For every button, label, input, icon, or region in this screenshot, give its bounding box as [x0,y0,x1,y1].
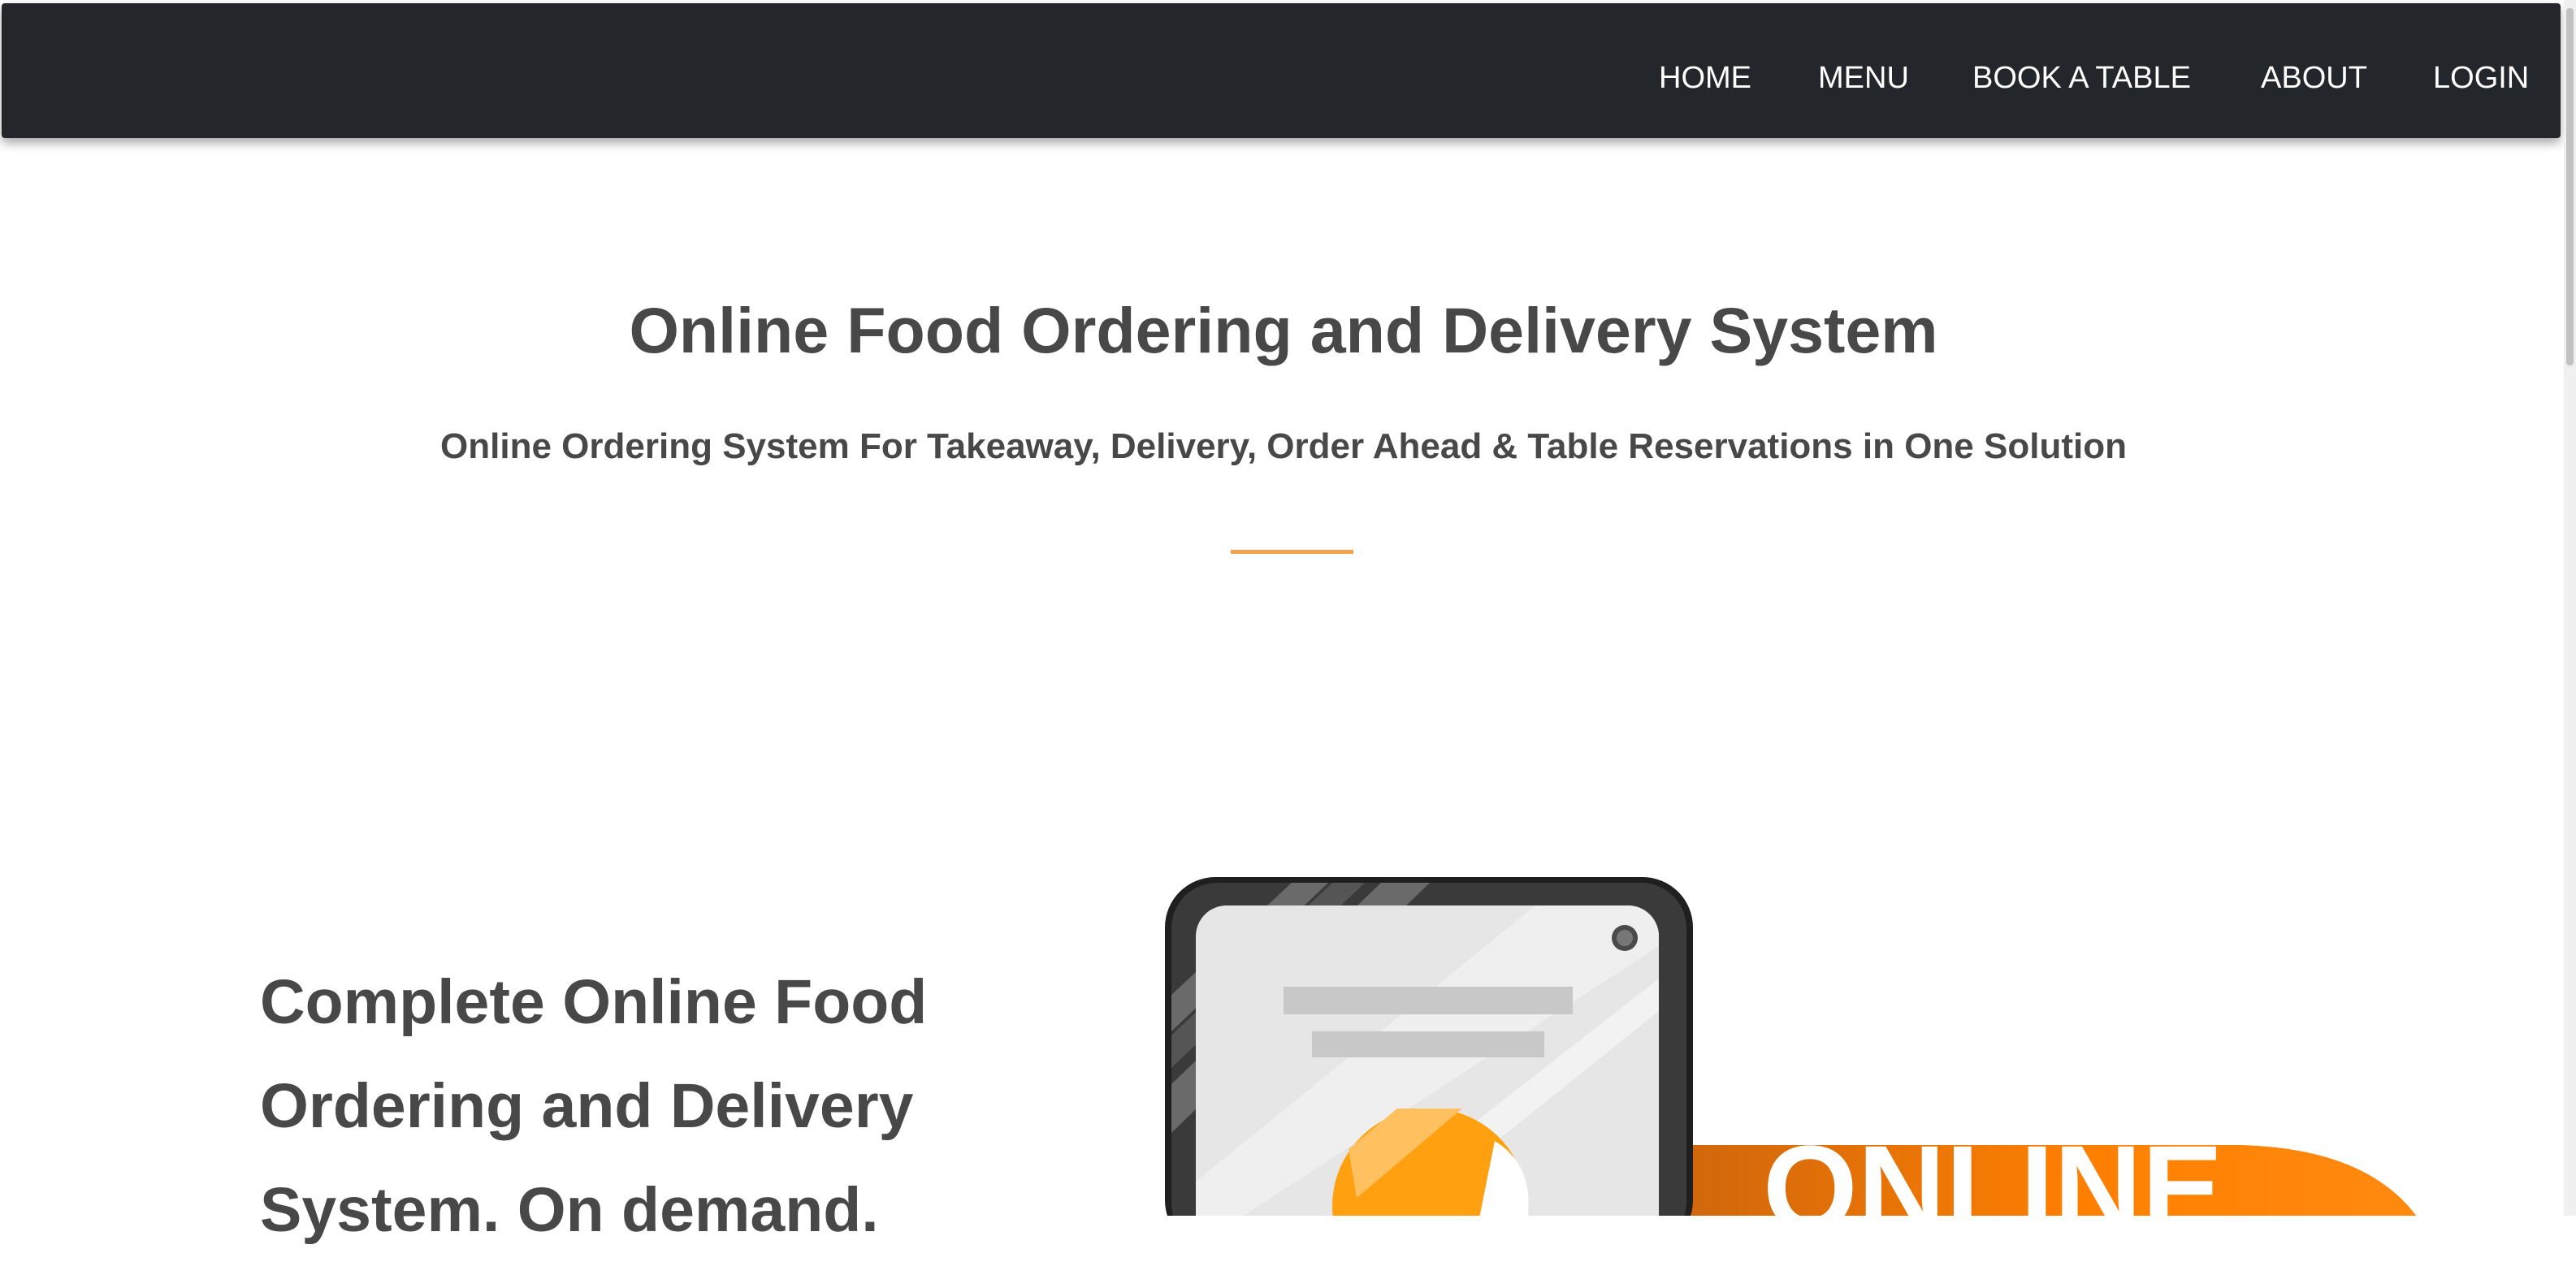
page-title: Online Food Ordering and Delivery System [629,294,1938,366]
feature-heading-line-2: Ordering and Delivery [260,1071,914,1141]
top-navbar: HOME MENU BOOK A TABLE ABOUT LOGIN [2,3,2561,138]
feature-heading: Complete Online Food Ordering and Delive… [260,950,991,1262]
nav-menu-link[interactable]: MENU [1818,62,1909,94]
nav-home-link[interactable]: HOME [1659,62,1751,94]
online-banner-text: ONLINE [1763,1120,2223,1216]
nav-book-a-table-link[interactable]: BOOK A TABLE [1972,62,2191,94]
phone-icon [1165,877,1693,1216]
nav-login-link[interactable]: LOGIN [2433,62,2529,94]
nav-about-link[interactable]: ABOUT [2261,62,2367,94]
online-ordering-illustration: ONLINE [1165,877,2417,1216]
title-divider [1231,550,1353,554]
feature-heading-line-1: Complete Online Food [260,967,928,1037]
feature-heading-line-3: System. On demand. [260,1175,879,1245]
page-scrollbar-thumb[interactable] [2566,8,2574,365]
page-subtitle: Online Ordering System For Takeaway, Del… [440,426,2127,466]
